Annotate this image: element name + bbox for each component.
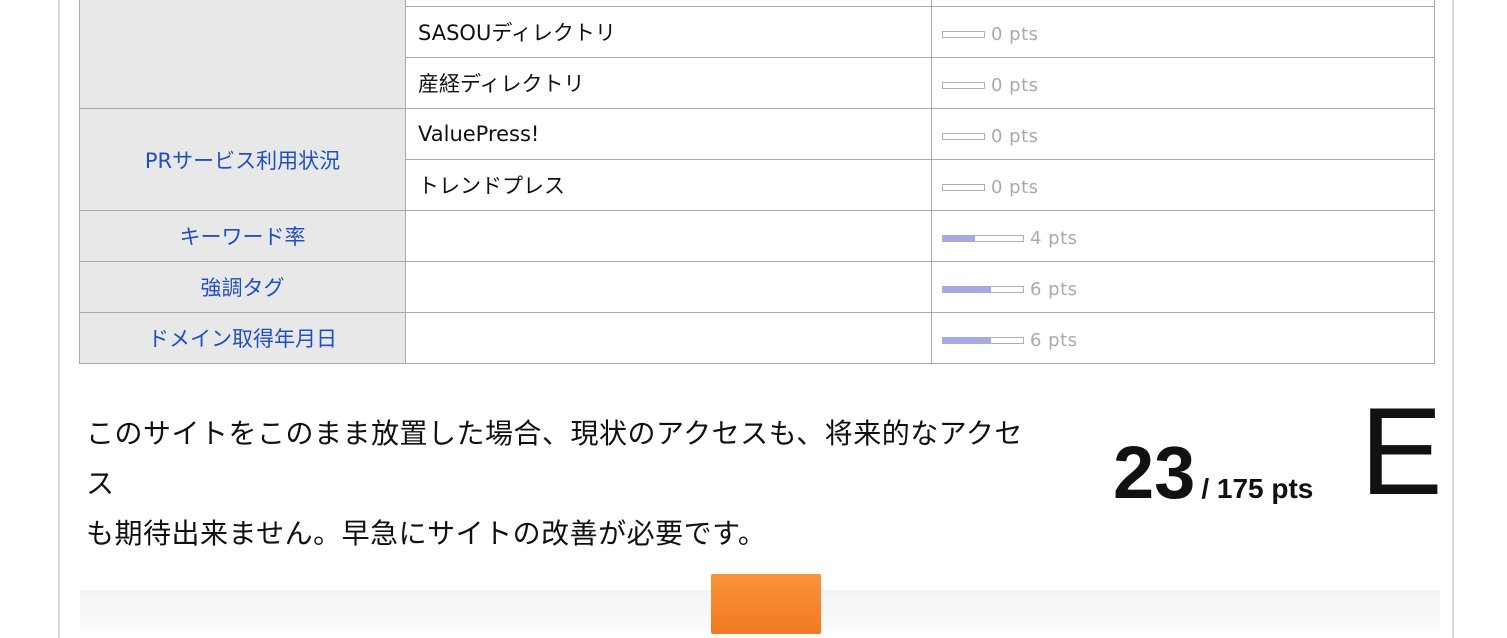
category-cell-directory: [79, 0, 406, 109]
total-score: 23/ 175 pts: [1113, 428, 1363, 518]
summary-text: このサイトをこのまま放置した場合、現状のアクセスも、将来的なアクセス も期待出来…: [86, 409, 1046, 559]
item-cell: ValuePress!: [405, 108, 932, 160]
item-cell: SASOUディレクトリ: [405, 6, 932, 58]
table-row: キーワード率 4 pts: [79, 210, 1435, 262]
summary-line: も期待出来ません。早急にサイトの改善が必要です。: [86, 517, 767, 550]
score-cell: 6 pts: [931, 261, 1435, 313]
grade-letter: E: [1360, 383, 1443, 521]
score-cell: 0 pts: [931, 6, 1435, 58]
total-score-max: / 175 pts: [1201, 473, 1314, 504]
item-cell: [405, 261, 932, 313]
item-cell: [405, 312, 932, 364]
score-label: 0 pts: [991, 126, 1039, 147]
category-cell-keyword-rate: キーワード率: [79, 210, 406, 262]
score-bar: [942, 31, 985, 38]
category-cell-pr-service: PRサービス利用状況: [79, 108, 406, 211]
category-cell-domain-date: ドメイン取得年月日: [79, 312, 406, 364]
score-label: 0 pts: [991, 177, 1039, 198]
score-cell: 6 pts: [931, 312, 1435, 364]
score-bar: [942, 133, 985, 140]
summary-line: このサイトをこのまま放置した場合、現状のアクセスも、将来的なアクセス: [86, 417, 1023, 500]
score-cell: 0 pts: [931, 159, 1435, 211]
item-cell: 産経ディレクトリ: [405, 57, 932, 109]
total-score-value: 23: [1113, 431, 1196, 514]
category-cell-emphasis-tag: 強調タグ: [79, 261, 406, 313]
score-bar: [942, 235, 1024, 242]
table-row: 強調タグ 6 pts: [79, 261, 1435, 313]
score-bar: [942, 337, 1024, 344]
score-bar: [942, 82, 985, 89]
score-cell: 0 pts: [931, 57, 1435, 109]
orange-button[interactable]: [711, 574, 821, 634]
score-label: 0 pts: [991, 24, 1039, 45]
score-cell: 4 pts: [931, 210, 1435, 262]
item-cell: トレンドプレス: [405, 159, 932, 211]
score-label: 4 pts: [1030, 228, 1078, 249]
score-table: SASOUディレクトリ 0 pts 産経ディレクトリ 0 pts PRサービス利…: [79, 0, 1435, 364]
score-label: 6 pts: [1030, 279, 1078, 300]
table-row: PRサービス利用状況 ValuePress! 0 pts: [79, 108, 1435, 211]
item-cell: [405, 210, 932, 262]
score-bar: [942, 184, 985, 191]
score-label: 6 pts: [1030, 330, 1078, 351]
score-cell: 0 pts: [931, 108, 1435, 160]
score-label: 0 pts: [991, 75, 1039, 96]
score-bar: [942, 286, 1024, 293]
table-row: ドメイン取得年月日 6 pts: [79, 312, 1435, 364]
